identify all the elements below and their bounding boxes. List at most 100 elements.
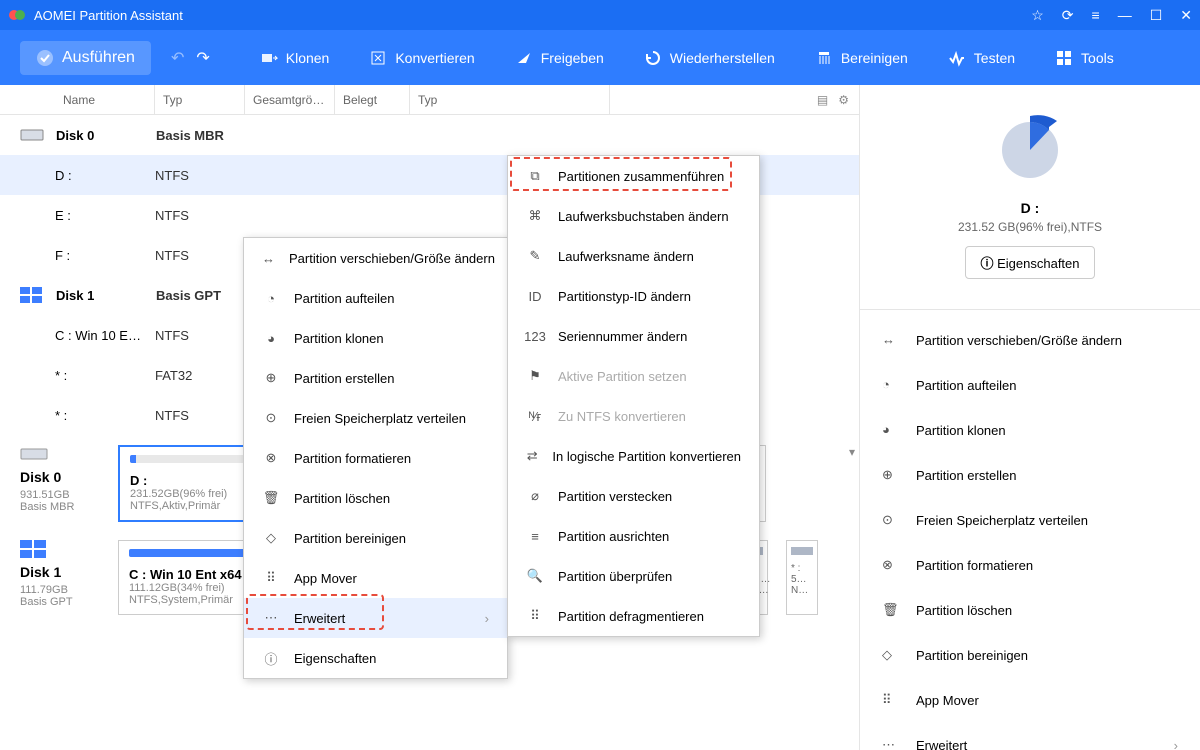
undo-icon[interactable]: ↶ xyxy=(171,48,184,68)
col-name[interactable]: Name xyxy=(55,85,155,114)
properties-button[interactable]: ⓘ Eigenschaften xyxy=(965,246,1094,279)
side-action[interactable]: ◔Partition aufteilen xyxy=(860,363,1200,408)
ctx-icon: ✎ xyxy=(526,247,544,265)
ctx-icon: ◇ xyxy=(262,529,280,547)
ctx-item[interactable]: ⊗Partition formatieren xyxy=(244,438,507,478)
usage-pie-icon xyxy=(995,115,1065,185)
release-icon xyxy=(515,49,533,67)
side-action[interactable]: ⊗Partition formatieren xyxy=(860,543,1200,588)
ctx-item[interactable]: ⋯Erweitert› xyxy=(244,598,507,638)
ctx-icon: ⊗ xyxy=(262,449,280,467)
convert-icon xyxy=(369,49,387,67)
app-title: AOMEI Partition Assistant xyxy=(34,8,1031,23)
tool-convert[interactable]: Konvertieren xyxy=(349,49,494,67)
col-typ[interactable]: Typ xyxy=(155,85,245,114)
ctx-icon: ↔ xyxy=(262,249,275,267)
ctx-icon: ⓘ xyxy=(262,649,280,667)
side-action[interactable]: ◕Partition klonen xyxy=(860,408,1200,453)
tool-clone[interactable]: Klonen xyxy=(240,49,350,67)
side-action[interactable]: ↔Partition verschieben/Größe ändern xyxy=(860,318,1200,363)
tool-tools[interactable]: Tools xyxy=(1035,49,1134,67)
ctx-icon: ID xyxy=(526,287,544,305)
ctx-item[interactable]: ≡Partition ausrichten xyxy=(508,516,759,556)
side-action[interactable]: ⋯Erweitert› xyxy=(860,723,1200,750)
clean-icon xyxy=(815,49,833,67)
ctx-icon: 🔍 xyxy=(526,567,544,585)
ctx-item[interactable]: ⚑Aktive Partition setzen xyxy=(508,356,759,396)
context-menu-primary: ↔Partition verschieben/Größe ändern◔Part… xyxy=(243,237,508,679)
side-action[interactable]: ⊙Freien Speicherplatz verteilen xyxy=(860,498,1200,543)
refresh-icon[interactable]: ⟳ xyxy=(1062,7,1074,24)
ctx-item[interactable]: ⧉Partitionen zusammenführen xyxy=(508,156,759,196)
partition-small[interactable]: * : 5… N… xyxy=(786,540,818,615)
ctx-item[interactable]: ⌀Partition verstecken xyxy=(508,476,759,516)
ctx-item[interactable]: ⓘEigenschaften xyxy=(244,638,507,678)
redo-icon[interactable]: ↷ xyxy=(196,48,209,68)
view-list-icon[interactable]: ▤ xyxy=(817,93,828,107)
side-action[interactable]: 🗑Partition löschen xyxy=(860,588,1200,633)
ctx-icon: ⌀ xyxy=(526,487,544,505)
selected-partition-sub: 231.52 GB(96% frei),NTFS xyxy=(860,220,1200,234)
ctx-item[interactable]: IDPartitionstyp-ID ändern xyxy=(508,276,759,316)
ctx-icon: ᴺ⁄ғ xyxy=(526,407,544,425)
tool-test[interactable]: Testen xyxy=(928,49,1035,67)
ctx-icon: ⇄ xyxy=(526,447,538,465)
action-icon: 🗑 xyxy=(882,602,900,620)
side-action[interactable]: ⠿App Mover xyxy=(860,678,1200,723)
close-icon[interactable]: ✕ xyxy=(1180,7,1192,24)
ctx-icon: ⊕ xyxy=(262,369,280,387)
ctx-item[interactable]: ✎Laufwerksname ändern xyxy=(508,236,759,276)
action-icon: ↔ xyxy=(882,332,900,350)
tools-icon xyxy=(1055,49,1073,67)
ctx-icon: ≡ xyxy=(526,527,544,545)
col-used[interactable]: Belegt xyxy=(335,85,410,114)
maximize-icon[interactable]: ☐ xyxy=(1150,7,1163,24)
minimize-icon[interactable]: — xyxy=(1118,7,1132,23)
table-header: Name Typ Gesamtgrö… Belegt Typ ▤ ⚙ xyxy=(0,85,859,115)
col-typ2[interactable]: Typ xyxy=(410,85,610,114)
ctx-icon: ⠿ xyxy=(526,607,544,625)
disk-row[interactable]: Disk 0Basis MBR xyxy=(0,115,859,155)
ctx-item[interactable]: ⇄In logische Partition konvertieren xyxy=(508,436,759,476)
disk-icon xyxy=(20,540,48,558)
ctx-icon: ⧉ xyxy=(526,167,544,185)
ctx-item[interactable]: ◔Partition aufteilen xyxy=(244,278,507,318)
disk-icon xyxy=(20,445,48,463)
ctx-icon: ⊙ xyxy=(262,409,280,427)
ctx-item[interactable]: 🗑Partition löschen xyxy=(244,478,507,518)
ctx-item[interactable]: ◕Partition klonen xyxy=(244,318,507,358)
tool-recover[interactable]: Wiederherstellen xyxy=(624,49,795,67)
ctx-item[interactable]: ⠿Partition defragmentieren xyxy=(508,596,759,636)
recover-icon xyxy=(644,49,662,67)
col-size[interactable]: Gesamtgrö… xyxy=(245,85,335,114)
side-action[interactable]: ⊕Partition erstellen xyxy=(860,453,1200,498)
ctx-item[interactable]: 123Seriennummer ändern xyxy=(508,316,759,356)
side-panel: D : 231.52 GB(96% frei),NTFS ⓘ Eigenscha… xyxy=(860,85,1200,750)
ctx-item[interactable]: ⠿App Mover xyxy=(244,558,507,598)
ctx-icon: ⚑ xyxy=(526,367,544,385)
side-action[interactable]: ◇Partition bereinigen xyxy=(860,633,1200,678)
check-icon xyxy=(36,49,54,67)
action-icon: ⠿ xyxy=(882,692,900,710)
ctx-item[interactable]: ⊕Partition erstellen xyxy=(244,358,507,398)
ctx-icon: 123 xyxy=(526,327,544,345)
ctx-icon: 🗑 xyxy=(262,489,280,507)
view-settings-icon[interactable]: ⚙ xyxy=(838,93,849,107)
execute-button[interactable]: Ausführen xyxy=(20,41,151,75)
tool-clean[interactable]: Bereinigen xyxy=(795,49,928,67)
scroll-down-icon[interactable]: ▾ xyxy=(849,445,855,459)
ctx-item[interactable]: ⊙Freien Speicherplatz verteilen xyxy=(244,398,507,438)
ctx-icon: ⋯ xyxy=(262,609,280,627)
star-icon[interactable]: ☆ xyxy=(1031,7,1044,24)
ctx-item[interactable]: ◇Partition bereinigen xyxy=(244,518,507,558)
ctx-item[interactable]: ⌘Laufwerksbuchstaben ändern xyxy=(508,196,759,236)
ctx-item[interactable]: ↔Partition verschieben/Größe ändern xyxy=(244,238,507,278)
menu-icon[interactable]: ≡ xyxy=(1092,7,1100,23)
ctx-item[interactable]: 🔍Partition überprüfen xyxy=(508,556,759,596)
tool-release[interactable]: Freigeben xyxy=(495,49,624,67)
action-icon: ⊕ xyxy=(882,467,900,485)
app-logo-icon xyxy=(8,6,26,24)
ctx-item[interactable]: ᴺ⁄ғZu NTFS konvertieren xyxy=(508,396,759,436)
ctx-icon: ◕ xyxy=(262,329,280,347)
action-icon: ◕ xyxy=(882,422,900,440)
